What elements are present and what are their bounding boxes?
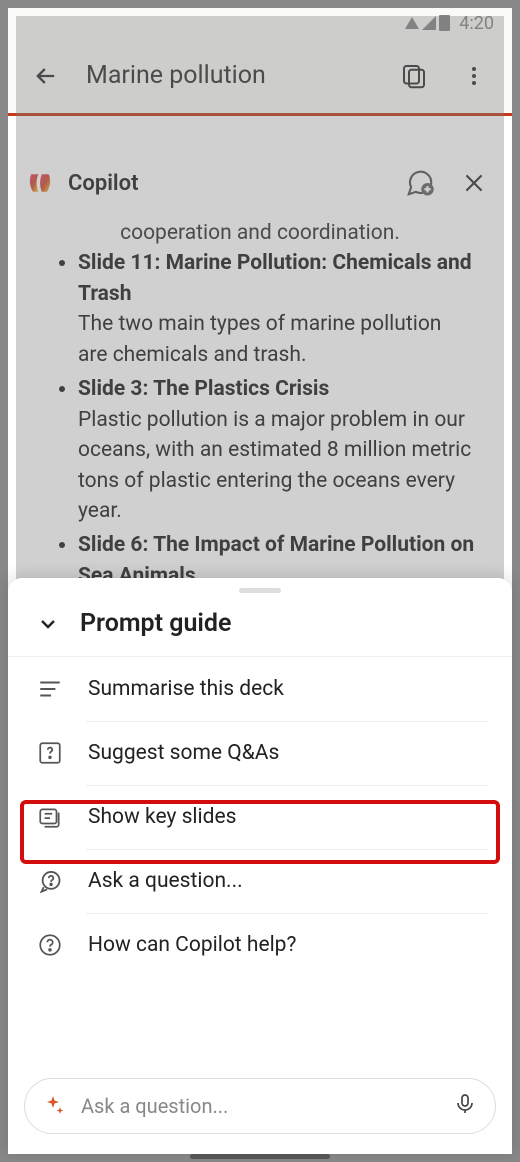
key-slide-item: Slide 11: Marine Pollution: Chemicals an… <box>78 248 476 370</box>
copilot-header-icon[interactable] <box>394 56 434 96</box>
qa-icon <box>36 739 64 767</box>
prompt-summarise-deck[interactable]: Summarise this deck <box>8 657 512 721</box>
app-header: Marine pollution <box>8 38 512 116</box>
new-chat-button[interactable] <box>400 163 440 203</box>
copilot-panel: Copilot cooperation and coordination. Sl… <box>8 116 512 625</box>
sheet-header[interactable]: Prompt guide <box>8 601 512 656</box>
home-indicator <box>190 1154 330 1159</box>
truncated-text: cooperation and coordination. <box>44 218 476 248</box>
prompt-label: Summarise this deck <box>88 677 284 701</box>
copilot-title: Copilot <box>68 171 386 196</box>
key-slides-icon <box>36 803 64 831</box>
signal-icon <box>422 16 436 30</box>
sparkle-icon <box>43 1094 67 1118</box>
key-slide-item: Slide 3: The Plastics Crisis Plastic pol… <box>78 374 476 526</box>
prompt-how-help[interactable]: How can Copilot help? <box>8 913 512 977</box>
sheet-title: Prompt guide <box>80 609 231 638</box>
sheet-handle[interactable] <box>239 588 281 593</box>
ask-icon <box>36 867 64 895</box>
status-bar: 4:20 <box>8 8 512 38</box>
prompt-label: Ask a question... <box>88 869 243 893</box>
battery-icon <box>439 15 450 31</box>
chevron-down-icon <box>36 612 60 636</box>
prompt-label: How can Copilot help? <box>88 933 296 957</box>
mic-button[interactable] <box>453 1092 477 1120</box>
close-button[interactable] <box>454 163 494 203</box>
more-menu-button[interactable] <box>454 56 494 96</box>
prompt-ask-question[interactable]: Ask a question... <box>8 849 512 913</box>
prompt-label: Show key slides <box>88 805 236 829</box>
summarise-icon <box>36 675 64 703</box>
prompt-show-key-slides[interactable]: Show key slides <box>8 785 512 849</box>
document-title: Marine pollution <box>86 61 374 90</box>
wifi-icon <box>405 17 419 29</box>
help-icon <box>36 931 64 959</box>
chat-input[interactable] <box>81 1094 439 1118</box>
clock: 4:20 <box>459 13 494 34</box>
copilot-logo-icon <box>26 169 54 197</box>
copilot-response: cooperation and coordination. Slide 11: … <box>8 218 512 625</box>
prompt-suggest-qas[interactable]: Suggest some Q&As <box>8 721 512 785</box>
prompt-label: Suggest some Q&As <box>88 741 279 765</box>
prompt-guide-sheet: Prompt guide Summarise this deck Suggest… <box>8 578 512 1154</box>
back-button[interactable] <box>26 56 66 96</box>
chat-input-bar[interactable] <box>24 1078 496 1134</box>
